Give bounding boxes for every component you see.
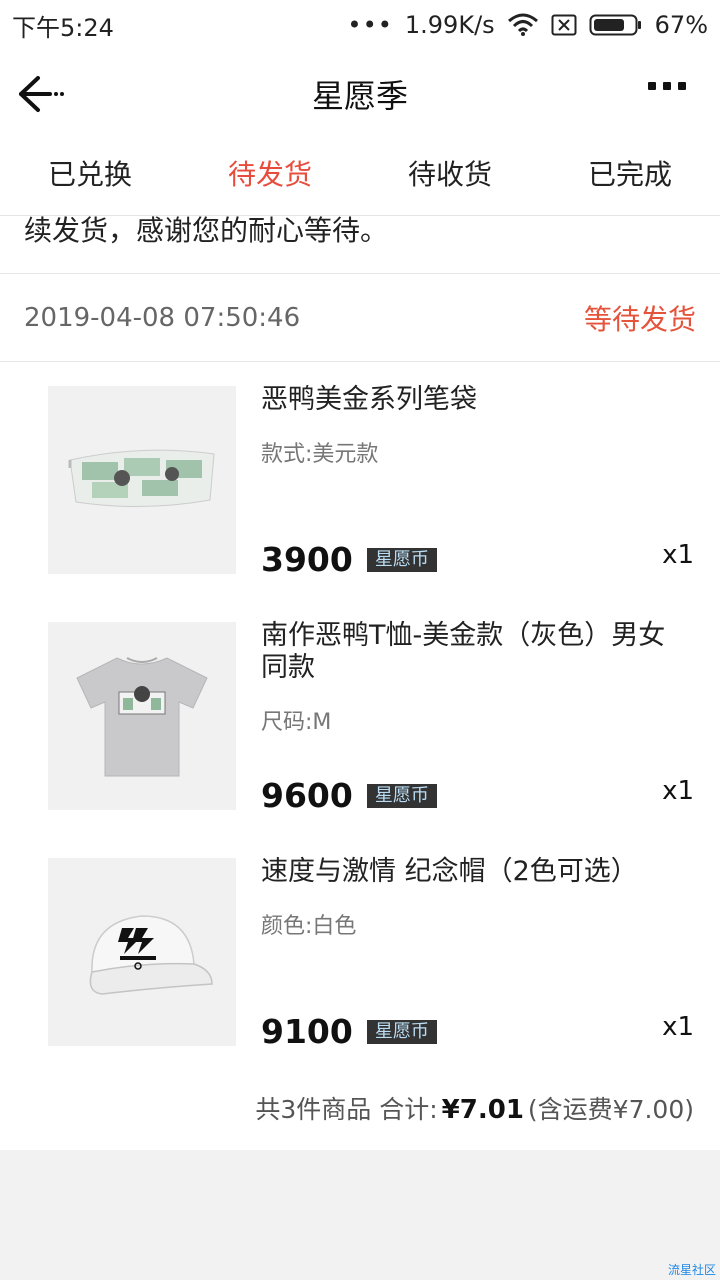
page-title: 星愿季 [311, 77, 408, 115]
tab-pending-shipment[interactable]: 待发货 [180, 138, 360, 215]
currency-badge: 星愿币 [366, 783, 437, 808]
network-dots: ••• [347, 11, 393, 39]
more-dot [678, 82, 686, 90]
tab-completed[interactable]: 已完成 [540, 138, 720, 215]
network-speed: 1.99K/s [404, 11, 495, 39]
more-dots-icon[interactable] [648, 82, 686, 90]
nav-bar: 星愿季 [0, 50, 720, 138]
battery-icon [589, 13, 643, 37]
wifi-icon [507, 13, 539, 37]
tab-pending-receipt[interactable]: 待收货 [360, 138, 540, 215]
cap-image [48, 858, 236, 1046]
price-value: 3900 [261, 540, 353, 579]
currency-badge: 星愿币 [366, 547, 437, 572]
item-spec: 款式:美元款 [261, 442, 379, 467]
battery-percent: 67% [654, 11, 708, 39]
shipping-notice: 续发货，感谢您的耐心等待。 [0, 216, 720, 274]
item-spec: 颜色:白色 [261, 914, 357, 939]
order-summary: 共3件商品 合计: ¥7.01 (含运费¥7.00) [255, 1090, 694, 1126]
item-spec: 尺码:M [261, 710, 332, 735]
item-quantity: x1 [662, 1012, 694, 1042]
order-tabs: 已兑换 待发货 待收货 已完成 [0, 138, 720, 216]
item-price: 3900 星愿币 [261, 540, 437, 579]
summary-count: 共3件商品 合计: [255, 1095, 438, 1124]
watermark: 流星社区 [667, 1263, 716, 1277]
item-name: 恶鸭美金系列笔袋 [261, 384, 477, 415]
item-name: 南作恶鸭T恤-美金款（灰色）男女同款 [261, 620, 666, 683]
currency-badge: 星愿币 [366, 1019, 437, 1044]
order-item[interactable]: 恶鸭美金系列笔袋 款式:美元款 3900 星愿币 x1 [0, 362, 720, 598]
order-item[interactable]: 速度与激情 纪念帽（2色可选） 颜色:白色 9100 星愿币 x1 [0, 834, 720, 1070]
status-bar: 下午5:24 ••• 1.99K/s 67% [0, 0, 720, 50]
item-quantity: x1 [662, 776, 694, 806]
order-header: 2019-04-08 07:50:46 等待发货 [0, 274, 720, 362]
item-price: 9100 星愿币 [261, 1012, 437, 1051]
order-items: 恶鸭美金系列笔袋 款式:美元款 3900 星愿币 x1 南作恶鸭T恤-美金款（灰… [0, 362, 720, 1150]
summary-shipping: (含运费¥7.00) [527, 1095, 694, 1124]
summary-total: ¥7.01 [441, 1095, 524, 1125]
item-name: 速度与激情 纪念帽（2色可选） [261, 856, 638, 887]
sim-blocked-icon [551, 14, 577, 36]
tab-exchanged[interactable]: 已兑换 [0, 138, 180, 215]
item-price: 9600 星愿币 [261, 776, 437, 815]
price-value: 9100 [261, 1012, 353, 1051]
status-icons: ••• 1.99K/s 67% [347, 11, 708, 39]
more-dot [663, 82, 671, 90]
order-date: 2019-04-08 07:50:46 [24, 302, 301, 333]
t-shirt-image [48, 622, 236, 810]
item-quantity: x1 [662, 540, 694, 570]
order-status: 等待发货 [583, 302, 696, 336]
order-item[interactable]: 南作恶鸭T恤-美金款（灰色）男女同款 尺码:M 9600 星愿币 x1 [0, 598, 720, 834]
back-arrow-icon[interactable] [16, 74, 68, 114]
status-time: 下午5:24 [12, 13, 114, 42]
price-value: 9600 [261, 776, 353, 815]
pencil-case-image [48, 386, 236, 574]
more-dot [648, 82, 656, 90]
